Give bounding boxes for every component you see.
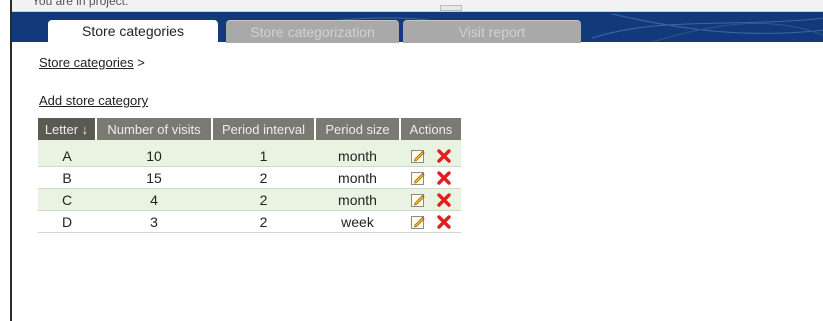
column-header-number-of-visits: Number of visits — [96, 118, 213, 143]
table-row: C 4 2 month — [38, 188, 461, 211]
cell-letter: C — [38, 188, 96, 211]
cell-visits: 15 — [96, 166, 212, 189]
delete-icon[interactable] — [436, 170, 452, 186]
column-header-period-interval: Period interval — [212, 118, 316, 143]
cell-interval: 2 — [212, 210, 315, 233]
edit-icon[interactable] — [410, 170, 426, 186]
delete-icon[interactable] — [436, 214, 452, 230]
table-row: B 15 2 month — [38, 166, 461, 189]
edit-icon[interactable] — [410, 148, 426, 164]
cell-letter: A — [38, 140, 96, 167]
cell-letter: B — [38, 166, 96, 189]
app-frame: You are in project: Store categories Sto… — [10, 0, 823, 321]
main-content: Store categories > Add store category Le… — [12, 43, 823, 321]
cell-visits: 3 — [96, 210, 212, 233]
project-label: You are in project: — [32, 0, 129, 8]
store-categories-table: Letter ↓ Number of visits Period interva… — [38, 118, 461, 233]
table-row: D 3 2 week — [38, 210, 461, 233]
cell-size: month — [315, 166, 400, 189]
cell-size: week — [315, 210, 400, 233]
cell-actions — [400, 166, 461, 189]
add-store-category-link[interactable]: Add store category — [39, 93, 148, 108]
cell-interval: 1 — [212, 140, 315, 167]
tab-visit-report[interactable]: Visit report — [403, 20, 581, 43]
tab-store-categories[interactable]: Store categories — [48, 20, 218, 43]
project-bar: You are in project: — [12, 0, 823, 12]
cell-size: month — [315, 140, 400, 167]
cell-actions — [400, 188, 461, 211]
cell-actions — [400, 140, 461, 167]
cell-actions — [400, 210, 461, 233]
breadcrumb-separator: > — [137, 55, 145, 70]
cell-interval: 2 — [212, 166, 315, 189]
table-header-row: Letter ↓ Number of visits Period interva… — [38, 118, 461, 143]
cell-visits: 4 — [96, 188, 212, 211]
cell-letter: D — [38, 210, 96, 233]
table-row: A 10 1 month — [38, 140, 461, 167]
breadcrumb: Store categories > — [39, 55, 145, 70]
delete-icon[interactable] — [436, 148, 452, 164]
column-header-period-size: Period size — [315, 118, 401, 143]
breadcrumb-link-store-categories[interactable]: Store categories — [39, 55, 134, 70]
cell-size: month — [315, 188, 400, 211]
column-header-letter[interactable]: Letter ↓ — [38, 118, 97, 143]
cell-interval: 2 — [212, 188, 315, 211]
column-header-actions: Actions — [400, 118, 461, 143]
edit-icon[interactable] — [410, 214, 426, 230]
cell-visits: 10 — [96, 140, 212, 167]
edit-icon[interactable] — [410, 192, 426, 208]
delete-icon[interactable] — [436, 192, 452, 208]
tab-store-categorization[interactable]: Store categorization — [226, 20, 399, 43]
project-select[interactable] — [440, 5, 462, 11]
